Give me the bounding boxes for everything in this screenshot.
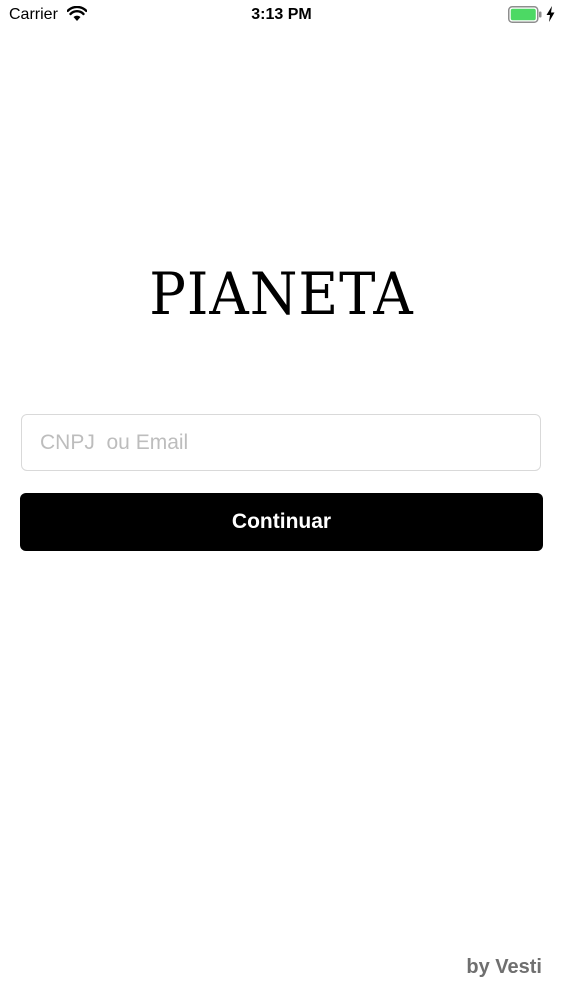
status-bar: Carrier 3:13 PM — [0, 0, 563, 30]
status-time: 3:13 PM — [251, 6, 312, 23]
vendor-credit: by Vesti — [466, 956, 542, 978]
continue-button[interactable]: Continuar — [20, 493, 543, 551]
cnpj-or-email-input[interactable] — [21, 414, 541, 471]
charging-bolt-icon — [546, 6, 555, 22]
battery-icon — [508, 6, 542, 23]
brand-logo: PIANETA — [149, 260, 414, 328]
